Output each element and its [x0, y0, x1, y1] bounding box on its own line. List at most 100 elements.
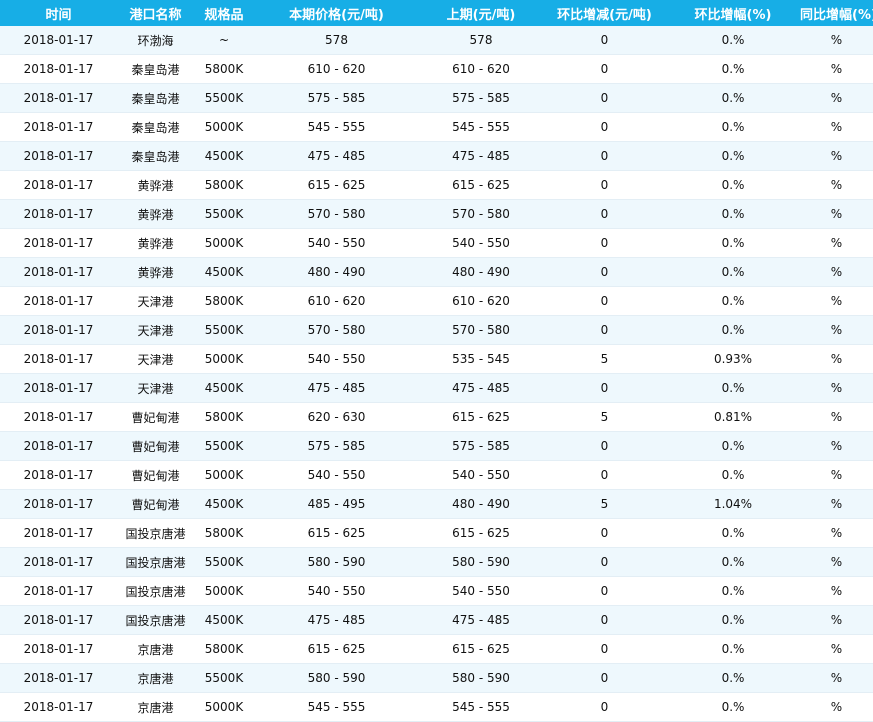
column-header-date[interactable]: 时间: [0, 0, 117, 26]
cell-change-pct: 0.%: [666, 373, 800, 403]
cell-date: 2018-01-17: [0, 286, 117, 316]
cell-change: 0: [543, 605, 666, 635]
cell-previous-price: 615 - 625: [419, 402, 543, 432]
cell-previous-price: 578: [419, 26, 543, 55]
cell-spec: 5000K: [194, 112, 254, 142]
cell-yoy-pct: %: [800, 141, 873, 171]
column-header-port[interactable]: 港口名称: [117, 0, 194, 26]
cell-change: 0: [543, 83, 666, 113]
table-row: 2018-01-17 国投京唐港 4500K 475 - 485 475 - 485 0 0…: [0, 605, 873, 635]
cell-previous-price: 545 - 555: [419, 692, 543, 722]
column-header-previous-price[interactable]: 上期(元/吨): [419, 0, 543, 26]
cell-date: 2018-01-17: [0, 547, 117, 577]
cell-change: 0: [543, 54, 666, 84]
cell-change: 0: [543, 460, 666, 490]
cell-port: 天津港: [117, 315, 194, 345]
cell-change: 0: [543, 576, 666, 606]
cell-change: 5: [543, 344, 666, 374]
cell-change-pct: 0.%: [666, 315, 800, 345]
cell-port: 天津港: [117, 373, 194, 403]
cell-current-price: 580 - 590: [254, 663, 419, 693]
column-header-yoy-pct[interactable]: 同比增幅(%): [800, 0, 873, 26]
cell-yoy-pct: %: [800, 373, 873, 403]
cell-change-pct: 0.%: [666, 634, 800, 664]
cell-spec: 5800K: [194, 634, 254, 664]
table-row: 2018-01-17 秦皇岛港 4500K 475 - 485 475 - 485 0 0.…: [0, 141, 873, 171]
cell-port: 黄骅港: [117, 257, 194, 287]
cell-spec: 5800K: [194, 170, 254, 200]
table-row: 2018-01-17 秦皇岛港 5000K 545 - 555 545 - 555 0 0.…: [0, 112, 873, 142]
cell-previous-price: 475 - 485: [419, 373, 543, 403]
cell-spec: 5500K: [194, 547, 254, 577]
cell-current-price: 615 - 625: [254, 634, 419, 664]
cell-current-price: 610 - 620: [254, 286, 419, 316]
table-row: 2018-01-17 曹妃甸港 5000K 540 - 550 540 - 550 0 0.…: [0, 460, 873, 490]
table-row: 2018-01-17 京唐港 5800K 615 - 625 615 - 625 0 0.%…: [0, 634, 873, 664]
cell-current-price: 545 - 555: [254, 112, 419, 142]
cell-change: 0: [543, 257, 666, 287]
cell-change: 5: [543, 402, 666, 432]
cell-spec: 5800K: [194, 54, 254, 84]
cell-change-pct: 0.%: [666, 663, 800, 693]
cell-yoy-pct: %: [800, 663, 873, 693]
cell-spec: 5500K: [194, 663, 254, 693]
cell-previous-price: 540 - 550: [419, 460, 543, 490]
cell-previous-price: 475 - 485: [419, 141, 543, 171]
table-row: 2018-01-17 黄骅港 4500K 480 - 490 480 - 490 0 0.%…: [0, 257, 873, 287]
cell-change-pct: 0.%: [666, 692, 800, 722]
cell-yoy-pct: %: [800, 518, 873, 548]
cell-change-pct: 0.%: [666, 547, 800, 577]
cell-spec: 5000K: [194, 576, 254, 606]
table-row: 2018-01-17 黄骅港 5800K 615 - 625 615 - 625 0 0.%…: [0, 170, 873, 200]
cell-port: 京唐港: [117, 634, 194, 664]
cell-current-price: 615 - 625: [254, 518, 419, 548]
cell-current-price: 580 - 590: [254, 547, 419, 577]
table-row: 2018-01-17 秦皇岛港 5500K 575 - 585 575 - 585 0 0.…: [0, 83, 873, 113]
cell-previous-price: 570 - 580: [419, 315, 543, 345]
cell-current-price: 620 - 630: [254, 402, 419, 432]
cell-change-pct: 0.%: [666, 576, 800, 606]
cell-date: 2018-01-17: [0, 315, 117, 345]
cell-spec: 5800K: [194, 402, 254, 432]
cell-previous-price: 545 - 555: [419, 112, 543, 142]
column-header-current-price[interactable]: 本期价格(元/吨): [254, 0, 419, 26]
cell-previous-price: 540 - 550: [419, 576, 543, 606]
column-header-spec[interactable]: 规格品: [194, 0, 254, 26]
cell-yoy-pct: %: [800, 460, 873, 490]
cell-date: 2018-01-17: [0, 460, 117, 490]
cell-port: 天津港: [117, 286, 194, 316]
table-row: 2018-01-17 曹妃甸港 4500K 485 - 495 480 - 490 5 1.…: [0, 489, 873, 519]
cell-current-price: 575 - 585: [254, 431, 419, 461]
cell-yoy-pct: %: [800, 54, 873, 84]
cell-current-price: 480 - 490: [254, 257, 419, 287]
cell-port: 国投京唐港: [117, 518, 194, 548]
cell-port: 秦皇岛港: [117, 141, 194, 171]
table-row: 2018-01-17 环渤海 ~578 578 0 0.%%: [0, 26, 873, 55]
cell-change: 0: [543, 692, 666, 722]
cell-current-price: 540 - 550: [254, 576, 419, 606]
cell-change: 0: [543, 547, 666, 577]
cell-current-price: 540 - 550: [254, 460, 419, 490]
cell-change: 0: [543, 663, 666, 693]
cell-change-pct: 0.%: [666, 26, 800, 55]
cell-port: 秦皇岛港: [117, 83, 194, 113]
cell-previous-price: 570 - 580: [419, 199, 543, 229]
cell-spec: 5000K: [194, 228, 254, 258]
table-row: 2018-01-17 黄骅港 5000K 540 - 550 540 - 550 0 0.%…: [0, 228, 873, 258]
cell-change-pct: 0.%: [666, 112, 800, 142]
cell-date: 2018-01-17: [0, 199, 117, 229]
cell-current-price: 545 - 555: [254, 692, 419, 722]
cell-change: 0: [543, 518, 666, 548]
column-header-change[interactable]: 环比增减(元/吨): [543, 0, 666, 26]
cell-change-pct: 0.%: [666, 518, 800, 548]
cell-spec: 5000K: [194, 692, 254, 722]
cell-current-price: 615 - 625: [254, 170, 419, 200]
cell-date: 2018-01-17: [0, 576, 117, 606]
cell-date: 2018-01-17: [0, 518, 117, 548]
column-header-change-pct[interactable]: 环比增幅(%): [666, 0, 800, 26]
cell-port: 环渤海: [117, 26, 194, 55]
cell-change-pct: 1.04%: [666, 489, 800, 519]
cell-port: 曹妃甸港: [117, 489, 194, 519]
cell-previous-price: 615 - 625: [419, 518, 543, 548]
cell-date: 2018-01-17: [0, 489, 117, 519]
